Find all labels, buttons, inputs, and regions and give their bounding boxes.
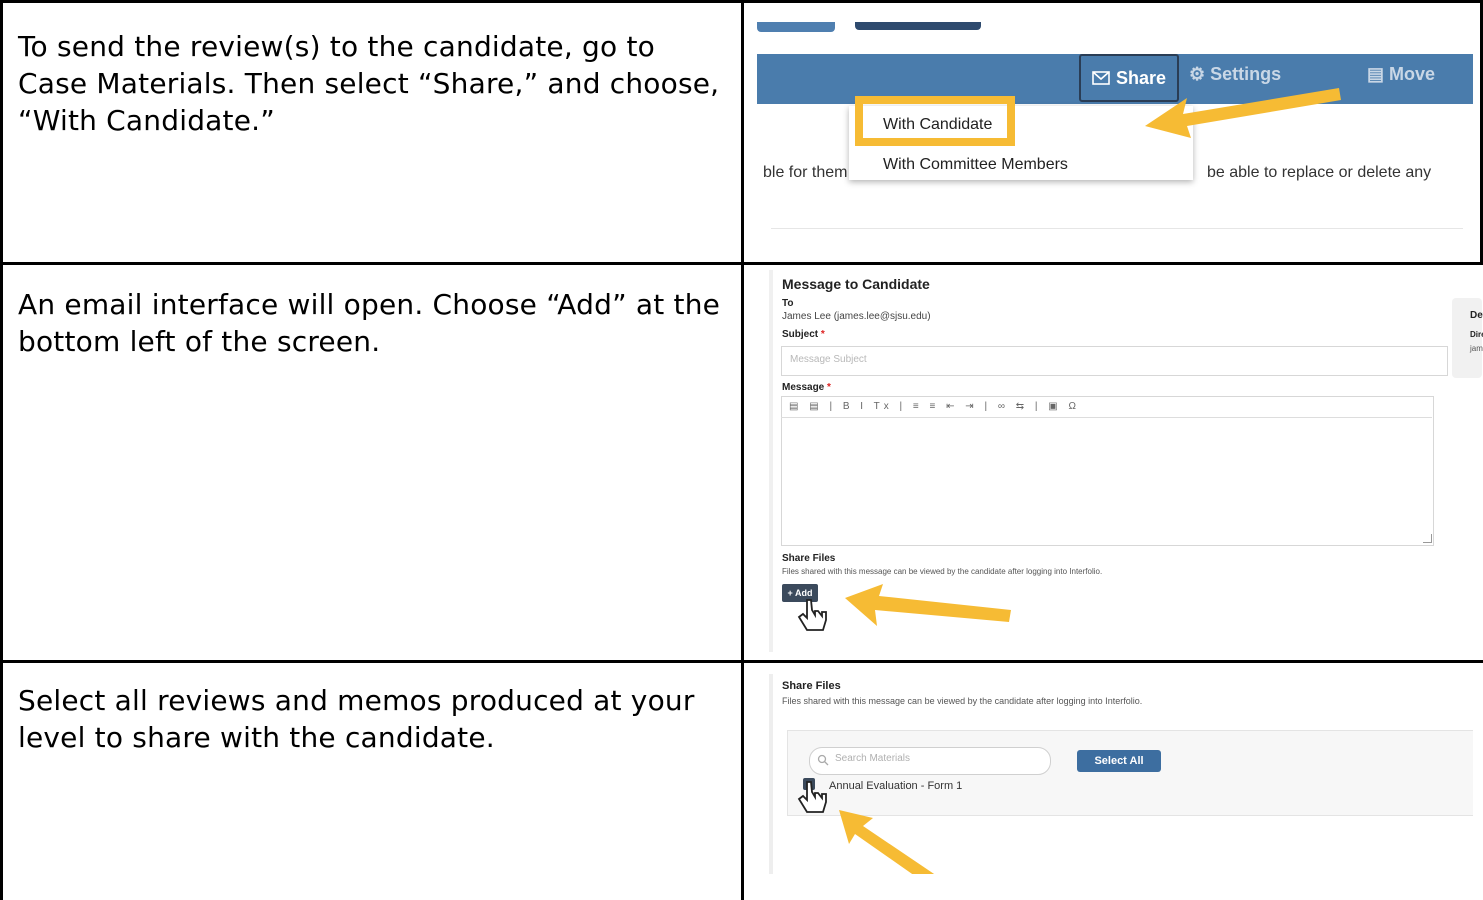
menu-item-with-committee-members[interactable]: With Committee Members [883, 156, 1068, 174]
background-text-right: be able to replace or delete any [1207, 164, 1432, 181]
hand-cursor-icon [797, 599, 827, 631]
screenshot-message-form: Message to Candidate To James Lee (james… [757, 270, 1483, 652]
message-label: Message * [782, 382, 831, 393]
top-tab-shape [757, 22, 835, 32]
side-panel-line-3: jame [1470, 344, 1483, 353]
pointer-arrow-icon [1145, 88, 1341, 138]
left-rail [769, 270, 773, 652]
content-card-edge [771, 228, 1463, 240]
subject-input[interactable] [781, 346, 1448, 376]
subject-label-text: Subject [782, 329, 819, 340]
message-label-text: Message [782, 382, 825, 393]
move-icon: ▤ [1367, 64, 1385, 84]
editor-toolbar[interactable]: ▤ ▤ | B I Tx | ≡ ≡ ⇤ ⇥ | ∞ ⇆ | ▣ Ω [781, 396, 1432, 418]
search-placeholder: Search Materials [835, 753, 911, 764]
subject-label: Subject * [782, 329, 825, 340]
message-editor[interactable] [781, 396, 1434, 546]
step-1-text: To send the review(s) to the candidate, … [18, 30, 720, 137]
select-all-button[interactable]: Select All [1077, 750, 1161, 772]
message-title: Message to Candidate [782, 276, 930, 292]
side-panel-line-2: Direc [1470, 330, 1483, 339]
envelope-icon [1092, 71, 1110, 85]
step-2-text: An email interface will open. Choose “Ad… [18, 288, 721, 358]
background-text-left: ble for them t [763, 164, 857, 181]
move-label: Move [1389, 64, 1436, 84]
side-panel-line-1: Deta [1470, 310, 1483, 321]
share-files-description: Files shared with this message can be vi… [782, 567, 1103, 576]
screenshot-share-menu: Share ⚙ Settings ▤ Move ble for them t b… [757, 22, 1473, 240]
subject-placeholder: Message Subject [790, 354, 867, 365]
to-label: To [782, 298, 794, 309]
highlight-box [855, 96, 1015, 146]
required-marker: * [820, 329, 825, 340]
row-divider-1 [0, 262, 1483, 265]
share-files-description: Files shared with this message can be vi… [782, 696, 1143, 706]
move-button[interactable]: ▤ Move [1367, 64, 1435, 85]
screenshot-share-files: Share Files Files shared with this messa… [757, 674, 1473, 874]
table-border-top [0, 0, 1483, 3]
step-3-text: Select all reviews and memos produced at… [18, 684, 695, 754]
share-files-label: Share Files [782, 553, 836, 564]
share-files-label: Share Files [782, 680, 841, 692]
material-item-label: Annual Evaluation - Form 1 [829, 780, 963, 792]
resize-handle[interactable] [1423, 534, 1432, 543]
hand-cursor-icon [797, 781, 827, 813]
pointer-arrow-icon [845, 584, 1011, 626]
table-border-left [0, 0, 3, 900]
required-marker: * [827, 382, 831, 393]
search-icon [817, 754, 829, 766]
left-rail [769, 674, 773, 874]
top-button-shape [855, 22, 981, 30]
pointer-arrow-icon [839, 810, 935, 874]
row-divider-2 [0, 660, 1483, 663]
table-border-middle [741, 0, 744, 900]
to-value: James Lee (james.lee@sjsu.edu) [782, 311, 931, 322]
